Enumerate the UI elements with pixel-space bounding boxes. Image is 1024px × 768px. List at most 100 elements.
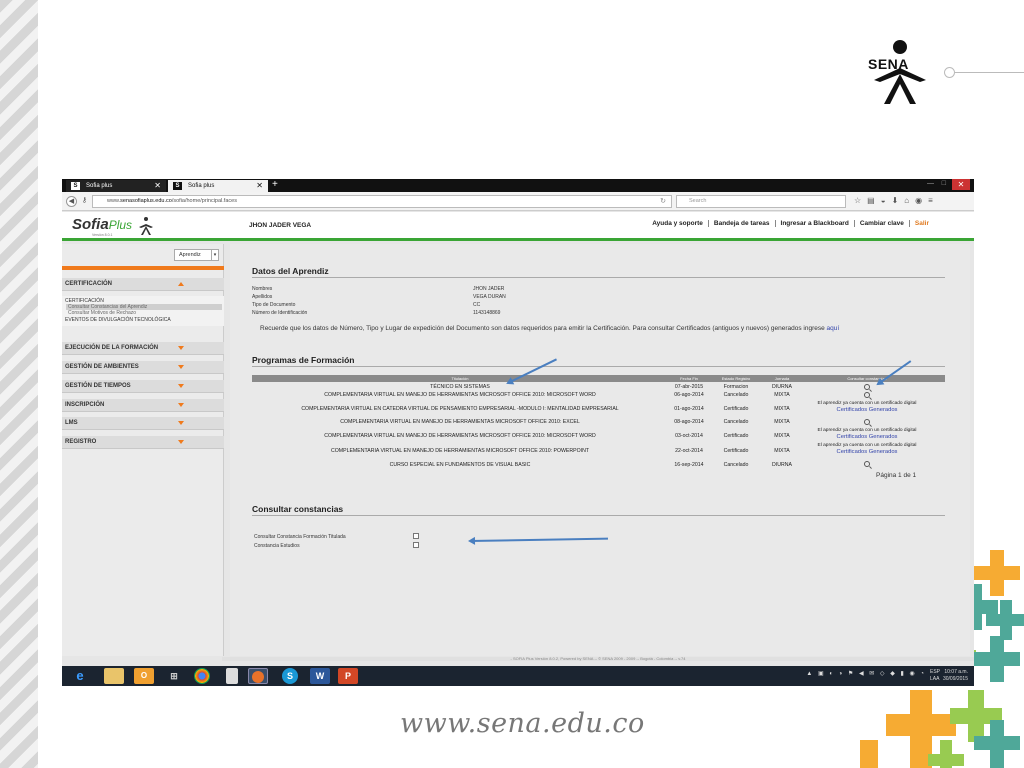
reading-list-icon[interactable]: ▤ [867, 196, 881, 205]
field-value: 1143148869 [473, 310, 501, 316]
browser-tab-active[interactable]: S Sofia plus ✕ [168, 180, 268, 192]
role-select[interactable]: Aprendiz ▾ [174, 249, 219, 261]
menu-cambiar-clave[interactable]: Cambiar clave [854, 220, 910, 227]
document-icon[interactable] [226, 668, 238, 684]
chevron-up-icon [178, 282, 184, 286]
search-icon[interactable] [864, 419, 870, 425]
skype-icon[interactable]: S [282, 668, 298, 684]
file-explorer-icon[interactable] [104, 668, 124, 684]
constancia-titulada-label: Consultar Constancia Formación Titulada [254, 534, 346, 540]
chevron-down-icon [178, 440, 184, 444]
sidebar-section-inscripcion[interactable]: INSCRIPCIÓN [62, 399, 224, 412]
cell-estado: Formacion [723, 384, 749, 390]
cert-note-text: El aprendiz ya cuenta con un certificado… [817, 443, 917, 448]
sidebar-section-registro[interactable]: REGISTRO [62, 436, 224, 449]
submenu-item-eventos[interactable]: EVENTOS DE DIVULGACIÓN TECNOLÓGICA [65, 317, 171, 323]
decorative-circle [944, 67, 955, 78]
cell-jornada: DIURNA [772, 462, 792, 468]
cell-jornada: MIXTA [774, 419, 790, 425]
url-prefix: www. [107, 198, 121, 204]
powerpoint-icon[interactable]: P [338, 668, 358, 684]
logo-main: Sofia [72, 216, 109, 233]
submenu-item-motivos-rechazo[interactable]: Consultar Motivos de Rechazo [68, 310, 136, 316]
cell-fecha: 06-ago-2014 [674, 392, 704, 398]
cell-titulacion: CURSO ESPECIAL EN FUNDAMENTOS DE VISUAL … [389, 462, 531, 468]
decorative-stripe-band [0, 0, 38, 768]
field-label: Número de Identificación [252, 310, 308, 316]
address-bar[interactable]: www.senasofiaplus.edu.co/sofia/home/prin… [92, 195, 672, 208]
main-content: Datos del Aprendiz Nombres JHON JADER Ap… [230, 244, 970, 656]
search-icon[interactable] [864, 384, 870, 390]
section-label: LMS [65, 420, 78, 426]
sofia-favicon-icon: S [71, 182, 80, 190]
embedded-screenshot: S Sofia plus ✕ S Sofia plus ✕ + — □ ✕ ◀ … [62, 179, 974, 686]
clock[interactable]: 10:07 a.m. 30/09/2015 [943, 669, 968, 683]
menu-ayuda[interactable]: Ayuda y soporte [647, 220, 709, 227]
minimize-icon[interactable]: — [927, 179, 934, 189]
home-icon[interactable]: ⌂ [904, 196, 915, 205]
sofia-plus-logo[interactable]: SofiaPlus [72, 216, 132, 233]
close-tab-icon[interactable]: ✕ [154, 180, 161, 192]
left-sidebar: Aprendiz ▾ CERTIFICACIÓN CERTIFICACIÓN C… [62, 244, 224, 656]
bookmark-star-icon[interactable]: ☆ [854, 196, 867, 205]
maximize-icon[interactable]: □ [942, 179, 946, 189]
windows-taskbar: e O ⊞ S W P ▲ ▣ ◐ ◑ ⚑ ◀ ✉ ◇ ◆ ▮ ◉ ◔ ESP L… [62, 666, 974, 686]
menu-blackboard[interactable]: Ingresar a Blackboard [775, 220, 855, 227]
cert-note-text: El aprendiz ya cuenta con un certificado… [817, 401, 917, 406]
sidebar-section-ambientes[interactable]: GESTIÓN DE AMBIENTES [62, 361, 224, 374]
app-footer: - SOFIA Plus Versión 8.0.2, Powered by S… [222, 657, 974, 661]
cell-fecha: 01-ago-2014 [674, 406, 704, 412]
menu-bandeja[interactable]: Bandeja de tareas [708, 220, 776, 227]
word-icon[interactable]: W [310, 668, 330, 684]
cell-titulacion: COMPLEMENTARIA VIRTUAL EN MANEJO DE HERR… [324, 433, 596, 439]
internet-explorer-icon[interactable]: e [70, 668, 90, 684]
browser-tab[interactable]: S Sofia plus ✕ [66, 180, 166, 192]
download-icon[interactable]: ⬇ [892, 196, 905, 205]
window-close-button[interactable]: ✕ [952, 179, 970, 190]
tab-label: Sofia plus [86, 183, 113, 189]
cell-estado: Certificado [723, 406, 749, 412]
cell-jornada: DIURNA [772, 384, 792, 390]
clock-date: 30/09/2015 [942, 676, 968, 682]
chat-icon[interactable]: ◉ [915, 196, 928, 205]
search-icon[interactable] [864, 461, 870, 467]
search-input[interactable]: Search [676, 195, 846, 208]
certificados-link[interactable]: Certificados Generados [837, 434, 898, 440]
sidebar-submenu: CERTIFICACIÓN Consultar Constancias del … [62, 296, 224, 326]
back-arrow-icon[interactable]: ◀ [66, 196, 77, 207]
chrome-icon[interactable] [194, 668, 210, 684]
hamburger-menu-icon[interactable]: ≡ [928, 196, 939, 205]
sidebar-section-lms[interactable]: LMS [62, 417, 224, 430]
field-value: JHON JADER [473, 286, 505, 292]
presentation-slide: SENA S Sofia plus ✕ S Sofia plus ✕ + — □… [0, 0, 1024, 768]
divider [252, 366, 945, 367]
search-icon[interactable] [864, 392, 870, 398]
notice-body: Recuerde que los datos de Número, Tipo y… [260, 325, 825, 332]
browser-toolbar-icons: ☆▤◒⬇⌂◉≡ [854, 196, 939, 205]
close-tab-icon[interactable]: ✕ [256, 180, 263, 192]
print-icon[interactable] [413, 533, 419, 539]
browser-nav-bar: ◀ ⚷ www.senasofiaplus.edu.co/sofia/home/… [62, 192, 974, 211]
clock-time: 10:07 a.m. [944, 669, 968, 675]
new-tab-button[interactable]: + [272, 179, 278, 191]
sidebar-section-certificacion[interactable]: CERTIFICACIÓN [62, 278, 224, 291]
lang-bottom: LAA [929, 676, 940, 682]
network-icon[interactable]: ⊞ [164, 668, 184, 684]
pocket-icon[interactable]: ◒ [881, 196, 892, 205]
certificados-link[interactable]: Certificados Generados [837, 449, 898, 455]
notice-link[interactable]: aquí [827, 325, 840, 332]
outlook-icon[interactable]: O [134, 668, 154, 684]
print-icon[interactable] [413, 542, 419, 548]
pagination-label: Página 1 de 1 [876, 472, 917, 479]
cell-titulacion: COMPLEMENTARIA VIRTUAL EN MANEJO DE HERR… [340, 419, 580, 425]
window-controls: — □ ✕ [922, 179, 970, 190]
sidebar-section-tiempos[interactable]: GESTIÓN DE TIEMPOS [62, 380, 224, 393]
firefox-icon[interactable] [248, 668, 268, 684]
certificados-link[interactable]: Certificados Generados [837, 407, 898, 413]
menu-salir[interactable]: Salir [910, 220, 934, 227]
system-tray[interactable]: ▲ ▣ ◐ ◑ ⚑ ◀ ✉ ◇ ◆ ▮ ◉ ◔ [806, 670, 926, 677]
cell-fecha: 08-ago-2014 [674, 419, 704, 425]
language-indicator[interactable]: ESP LAA [930, 669, 940, 683]
sidebar-section-ejecucion[interactable]: EJECUCIÓN DE LA FORMACIÓN [62, 342, 224, 355]
reload-icon[interactable]: ↻ [660, 196, 666, 207]
